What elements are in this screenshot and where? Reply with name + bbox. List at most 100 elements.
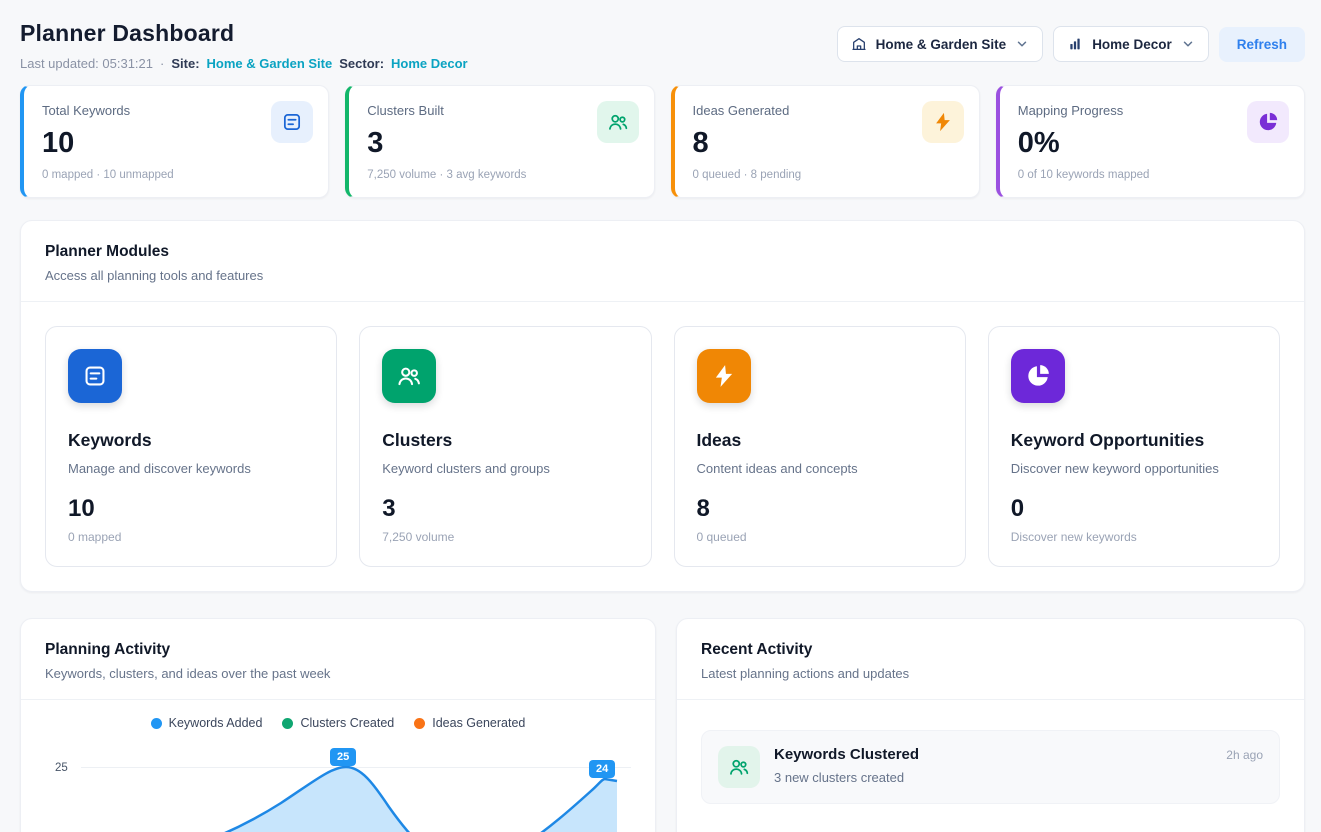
data-point-label: 25 (330, 748, 356, 766)
panel-subtitle: Access all planning tools and features (45, 268, 1280, 283)
sector-link[interactable]: Home Decor (391, 56, 468, 71)
panel-subtitle: Latest planning actions and updates (701, 666, 1280, 681)
stat-label: Mapping Progress (1018, 103, 1286, 118)
stat-value: 3 (367, 127, 635, 160)
module-value: 0 (1011, 495, 1257, 523)
keywords-added-area-series (81, 749, 633, 832)
panel-title: Planning Activity (45, 641, 631, 659)
module-description: Manage and discover keywords (68, 461, 314, 476)
legend-item-clusters-created: Clusters Created (282, 716, 394, 730)
panel-title: Planner Modules (45, 243, 1280, 261)
module-value: 8 (697, 495, 943, 523)
module-title: Ideas (697, 430, 943, 451)
header-left: Planner Dashboard Last updated: 05:31:21… (20, 20, 468, 71)
stat-card-mapping-progress: Mapping Progress 0% 0 of 10 keywords map… (996, 85, 1305, 198)
legend-dot (282, 718, 293, 729)
bar-chart-icon (1067, 36, 1083, 52)
data-point-label: 24 (589, 760, 615, 778)
lightning-icon (922, 101, 964, 143)
page-title: Planner Dashboard (20, 20, 468, 47)
stat-subtext: 0 queued · 8 pending (693, 169, 961, 181)
stat-card-ideas-generated: Ideas Generated 8 0 queued · 8 pending (671, 85, 980, 198)
site-selector-value: Home & Garden Site (876, 37, 1007, 52)
stat-value: 8 (693, 127, 961, 160)
module-subtext: 0 queued (697, 530, 943, 544)
activity-text: Keywords Clustered 3 new clusters create… (774, 746, 919, 785)
legend-dot (414, 718, 425, 729)
modules-grid: Keywords Manage and discover keywords 10… (21, 302, 1304, 591)
module-subtext: Discover new keywords (1011, 530, 1257, 544)
sector-label: Sector: (339, 56, 384, 71)
sector-selector-value: Home Decor (1092, 37, 1172, 52)
recent-activity-panel: Recent Activity Latest planning actions … (676, 618, 1305, 832)
stat-label: Ideas Generated (693, 103, 961, 118)
stat-card-total-keywords: Total Keywords 10 0 mapped · 10 unmapped (20, 85, 329, 198)
site-selector-dropdown[interactable]: Home & Garden Site (837, 26, 1044, 62)
module-value: 10 (68, 495, 314, 523)
module-card-clusters[interactable]: Clusters Keyword clusters and groups 3 7… (359, 326, 651, 567)
module-title: Keyword Opportunities (1011, 430, 1257, 451)
stat-label: Clusters Built (367, 103, 635, 118)
y-axis-tick-25: 25 (55, 762, 68, 774)
legend-label: Keywords Added (169, 716, 263, 730)
legend-label: Ideas Generated (432, 716, 525, 730)
stat-subtext: 0 mapped · 10 unmapped (42, 169, 310, 181)
module-subtext: 0 mapped (68, 530, 314, 544)
sector-selector-dropdown[interactable]: Home Decor (1053, 26, 1209, 62)
building-icon (851, 36, 867, 52)
meta-separator: · (160, 56, 164, 71)
recent-activity-header: Recent Activity Latest planning actions … (677, 619, 1304, 700)
users-icon (382, 349, 436, 403)
module-card-keyword-opportunities[interactable]: Keyword Opportunities Discover new keywo… (988, 326, 1280, 567)
users-icon (597, 101, 639, 143)
page-meta: Last updated: 05:31:21 · Site: Home & Ga… (20, 56, 468, 71)
document-lines-icon (271, 101, 313, 143)
activity-title: Keywords Clustered (774, 746, 919, 763)
site-link[interactable]: Home & Garden Site (207, 56, 333, 71)
chart-legend: Keywords Added Clusters Created Ideas Ge… (21, 716, 655, 730)
legend-dot (151, 718, 162, 729)
module-title: Clusters (382, 430, 628, 451)
legend-item-ideas-generated: Ideas Generated (414, 716, 525, 730)
bottom-row: Planning Activity Keywords, clusters, an… (20, 618, 1305, 832)
header-controls: Home & Garden Site Home Decor Refresh (837, 26, 1305, 62)
last-updated-text: Last updated: 05:31:21 (20, 56, 153, 71)
planner-dashboard-page: Planner Dashboard Last updated: 05:31:21… (0, 0, 1321, 832)
users-icon (718, 746, 760, 788)
stat-subtext: 7,250 volume · 3 avg keywords (367, 169, 635, 181)
chevron-down-icon (1181, 37, 1195, 51)
planning-activity-panel: Planning Activity Keywords, clusters, an… (20, 618, 656, 832)
stat-value: 10 (42, 127, 310, 160)
document-lines-icon (68, 349, 122, 403)
module-title: Keywords (68, 430, 314, 451)
module-description: Discover new keyword opportunities (1011, 461, 1257, 476)
activity-timestamp: 2h ago (1226, 746, 1263, 762)
stat-label: Total Keywords (42, 103, 310, 118)
module-value: 3 (382, 495, 628, 523)
activity-description: 3 new clusters created (774, 770, 919, 785)
stat-card-clusters-built: Clusters Built 3 7,250 volume · 3 avg ke… (345, 85, 654, 198)
legend-item-keywords-added: Keywords Added (151, 716, 263, 730)
legend-label: Clusters Created (300, 716, 394, 730)
module-subtext: 7,250 volume (382, 530, 628, 544)
planner-modules-header: Planner Modules Access all planning tool… (21, 221, 1304, 302)
planning-activity-header: Planning Activity Keywords, clusters, an… (21, 619, 655, 700)
chevron-down-icon (1015, 37, 1029, 51)
panel-subtitle: Keywords, clusters, and ideas over the p… (45, 666, 631, 681)
stat-value: 0% (1018, 127, 1286, 160)
stat-cards-row: Total Keywords 10 0 mapped · 10 unmapped… (20, 85, 1305, 198)
module-card-ideas[interactable]: Ideas Content ideas and concepts 8 0 que… (674, 326, 966, 567)
pie-chart-icon (1011, 349, 1065, 403)
refresh-button[interactable]: Refresh (1219, 27, 1305, 62)
lightning-icon (697, 349, 751, 403)
planner-modules-panel: Planner Modules Access all planning tool… (20, 220, 1305, 592)
planning-activity-chart: 25 25 24 (37, 740, 635, 832)
module-card-keywords[interactable]: Keywords Manage and discover keywords 10… (45, 326, 337, 567)
activity-item-keywords-clustered: Keywords Clustered 3 new clusters create… (701, 730, 1280, 804)
site-label: Site: (171, 56, 199, 71)
module-description: Keyword clusters and groups (382, 461, 628, 476)
module-description: Content ideas and concepts (697, 461, 943, 476)
page-header: Planner Dashboard Last updated: 05:31:21… (20, 20, 1305, 71)
pie-chart-icon (1247, 101, 1289, 143)
panel-title: Recent Activity (701, 641, 1280, 659)
